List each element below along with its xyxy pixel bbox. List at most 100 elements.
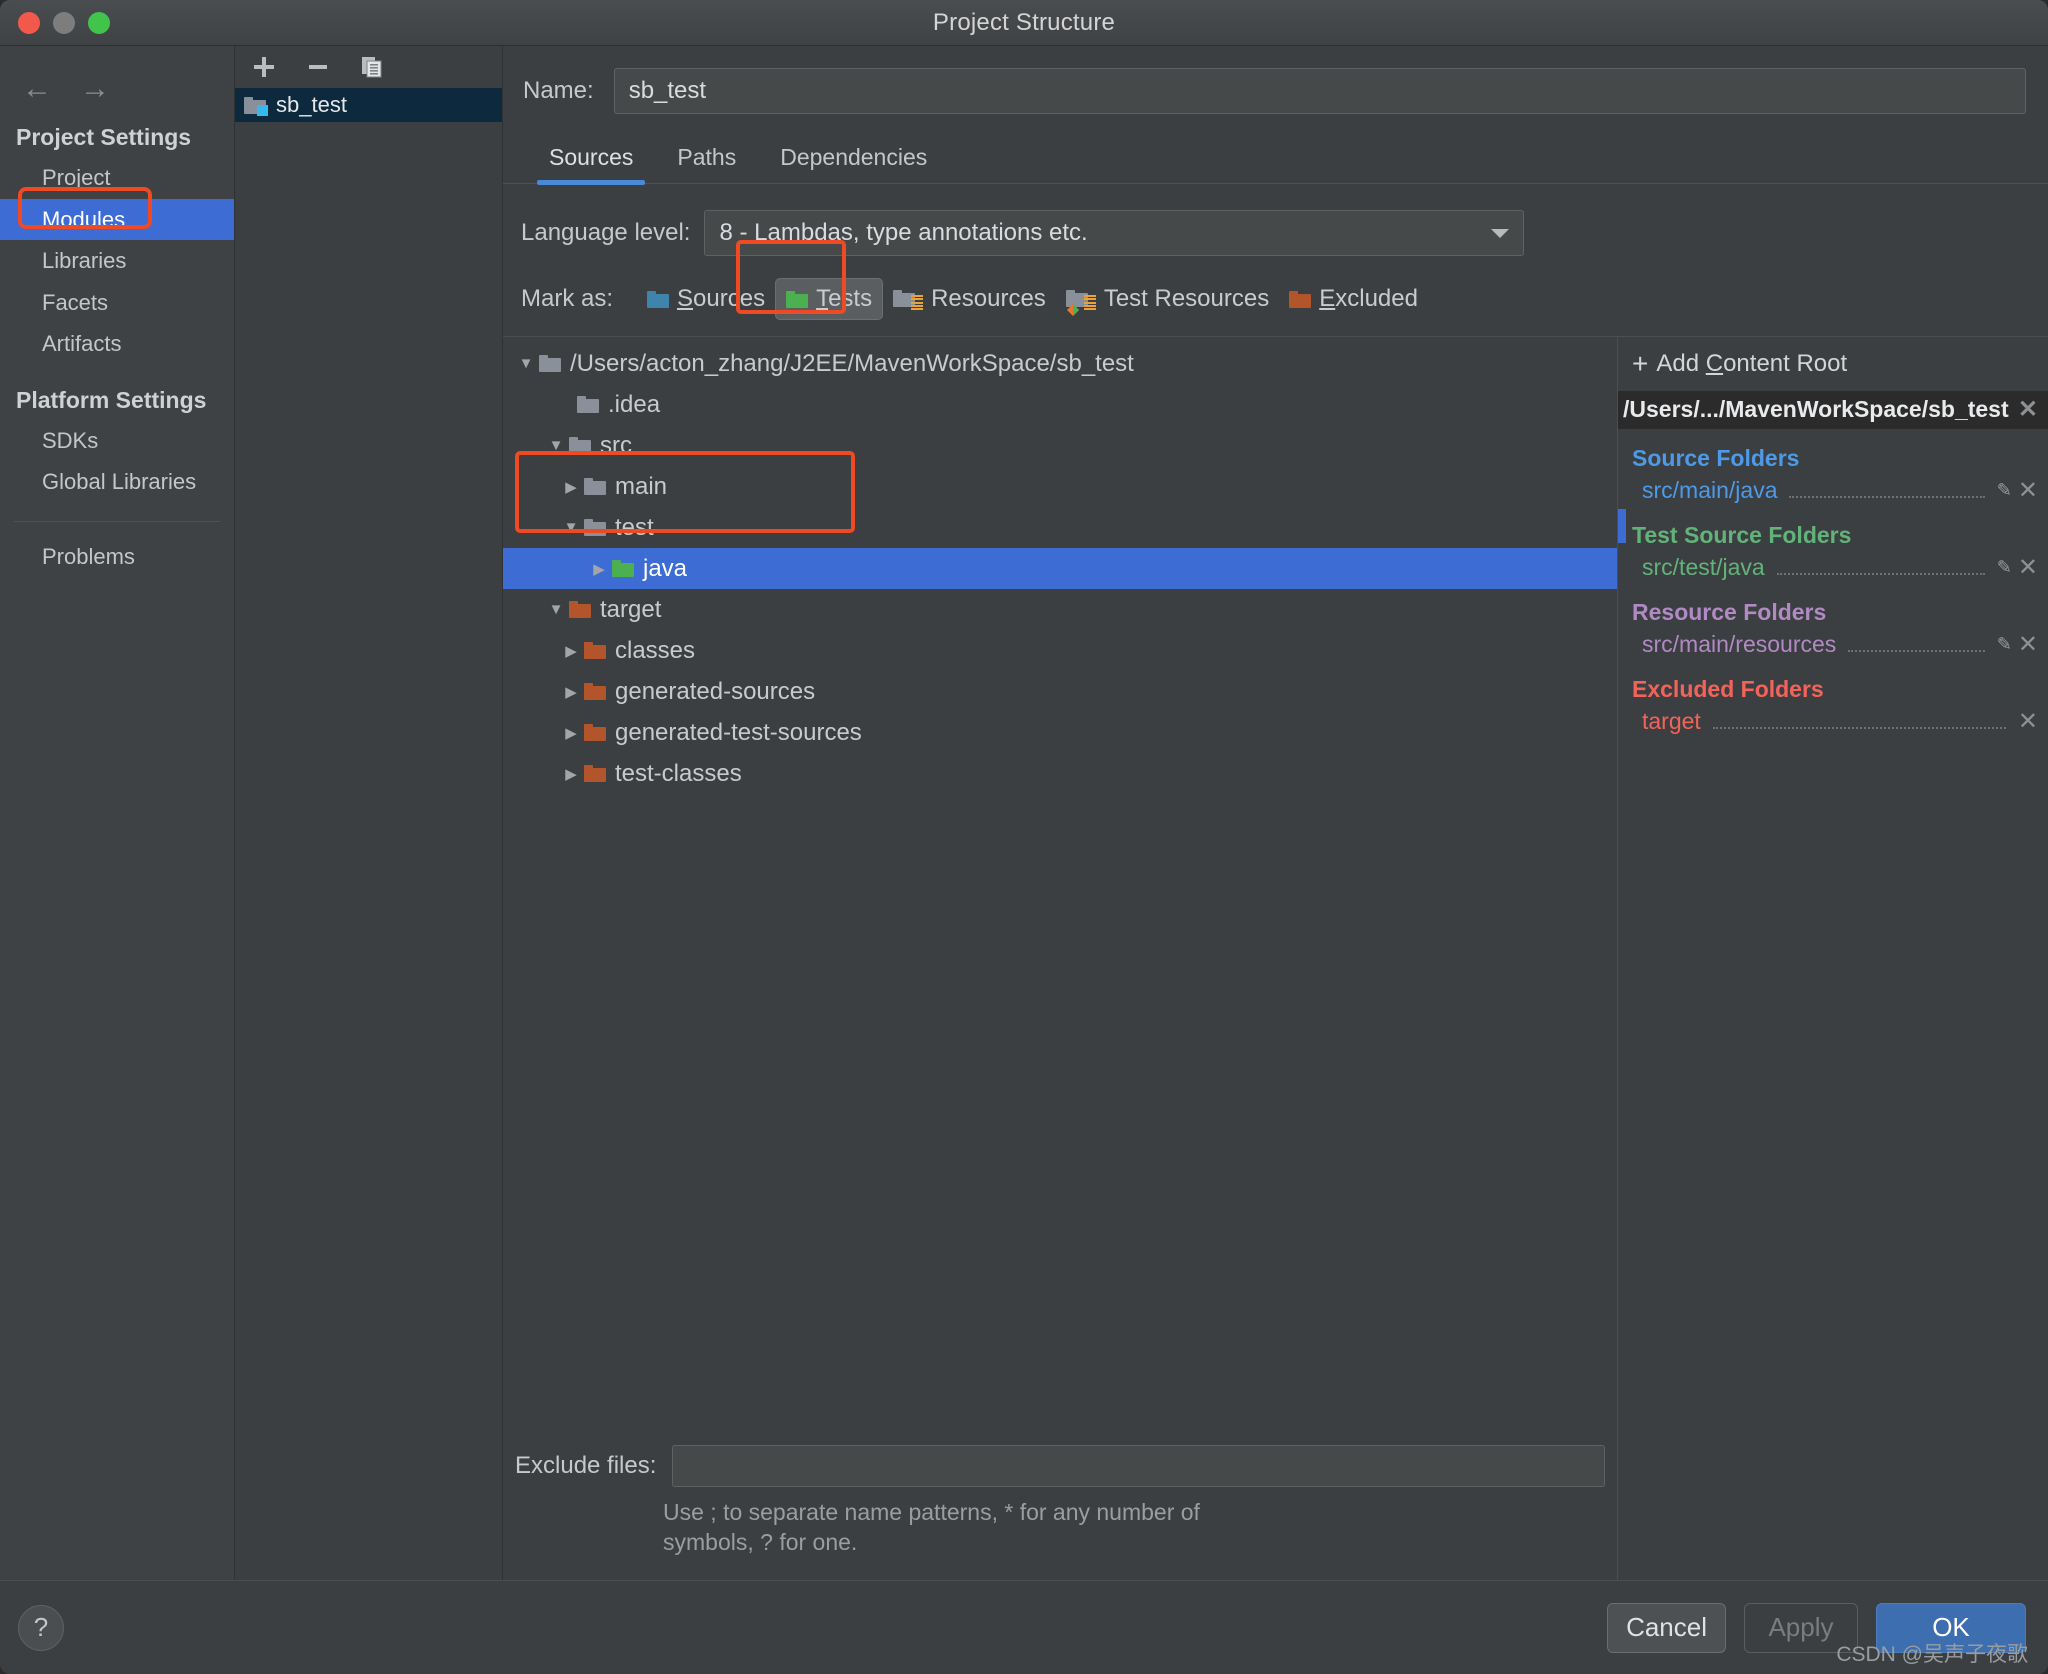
tree-row-label: classes bbox=[615, 636, 696, 664]
tree-row-label: target bbox=[600, 595, 662, 623]
folder-gray-icon bbox=[584, 519, 606, 536]
sidebar-item-artifacts[interactable]: Artifacts bbox=[0, 323, 234, 365]
add-content-root-button[interactable]: + Add Content Root bbox=[1618, 337, 2048, 391]
project-settings-header: Project Settings bbox=[16, 124, 192, 150]
platform-settings-header: Platform Settings bbox=[16, 386, 207, 413]
cancel-button[interactable]: Cancel bbox=[1607, 1602, 1726, 1653]
modules-toolbar bbox=[235, 46, 502, 88]
tab-sources[interactable]: Sources bbox=[527, 136, 655, 185]
exclude-files-area: Exclude files: Use ; to separate name pa… bbox=[503, 1444, 1617, 1580]
mark-as-test-resources-button[interactable]: Test Resources bbox=[1056, 279, 1279, 319]
back-arrow-icon[interactable]: ← bbox=[20, 74, 54, 104]
tree-row[interactable]: ▼ target bbox=[503, 589, 1617, 630]
twisty-expanded-icon[interactable]: ▼ bbox=[543, 601, 569, 618]
tree-row-label: .idea bbox=[608, 390, 661, 418]
remove-content-root-icon[interactable]: ✕ bbox=[2018, 397, 2038, 422]
twisty-expanded-icon[interactable]: ▼ bbox=[513, 355, 539, 372]
tree-row-selected-java[interactable]: ▶ java bbox=[503, 548, 1617, 589]
content-root-header[interactable]: /Users/.../MavenWorkSpace/sb_test ✕ bbox=[1618, 391, 2048, 429]
tab-paths[interactable]: Paths bbox=[655, 136, 758, 183]
sidebar-item-modules[interactable]: Modules bbox=[0, 198, 234, 240]
source-folders-title: Source Folders bbox=[1632, 445, 1800, 471]
edit-pencil-icon[interactable]: ✎ bbox=[1997, 634, 2012, 655]
remove-test-source-folder-icon[interactable]: ✕ bbox=[2018, 555, 2038, 580]
plus-icon: + bbox=[1632, 348, 1649, 379]
forward-arrow-icon[interactable]: → bbox=[78, 74, 112, 104]
mark-excluded-label: xcluded bbox=[1335, 285, 1418, 312]
twisty-collapsed-icon[interactable]: ▶ bbox=[586, 560, 612, 578]
mark-as-excluded-button[interactable]: Excluded bbox=[1279, 279, 1428, 319]
copy-module-icon[interactable] bbox=[357, 52, 387, 82]
excluded-folder-path: target bbox=[1642, 708, 1701, 734]
twisty-collapsed-icon[interactable]: ▶ bbox=[558, 683, 584, 701]
sidebar-item-sdks[interactable]: SDKs bbox=[0, 420, 234, 462]
folder-orange-icon bbox=[584, 642, 606, 659]
twisty-collapsed-icon[interactable]: ▶ bbox=[558, 724, 584, 742]
remove-module-icon[interactable] bbox=[303, 52, 333, 82]
module-list-item-label: sb_test bbox=[276, 92, 347, 117]
mark-sources-mnemonic: S bbox=[677, 285, 694, 312]
resource-folder-entry[interactable]: src/main/resources ✎ ✕ bbox=[1618, 629, 2048, 660]
remove-resource-folder-icon[interactable]: ✕ bbox=[2018, 632, 2038, 657]
resource-folder-path: src/main/resources bbox=[1642, 631, 1837, 657]
twisty-collapsed-icon[interactable]: ▶ bbox=[558, 765, 584, 783]
language-level-dropdown[interactable]: 8 - Lambdas, type annotations etc. bbox=[704, 210, 1525, 256]
folder-gray-icon bbox=[569, 437, 591, 454]
tree-row[interactable]: ▼ /Users/acton_zhang/J2EE/MavenWorkSpace… bbox=[503, 343, 1617, 384]
folder-orange-icon bbox=[1289, 290, 1312, 308]
sidebar-item-project[interactable]: Project bbox=[0, 157, 234, 199]
twisty-collapsed-icon[interactable]: ▶ bbox=[558, 642, 584, 660]
tree-row[interactable]: .idea bbox=[503, 384, 1617, 425]
chevron-down-icon bbox=[1491, 228, 1510, 238]
module-editor: Name: Sources Paths Dependencies Languag… bbox=[503, 46, 2048, 1580]
exclude-files-input[interactable] bbox=[672, 1444, 1605, 1487]
mark-as-resources-button[interactable]: Resources bbox=[883, 279, 1056, 319]
tab-dependencies[interactable]: Dependencies bbox=[758, 136, 949, 183]
tree-row[interactable]: ▶ main bbox=[503, 466, 1617, 507]
sidebar-item-problems[interactable]: Problems bbox=[0, 536, 234, 578]
mark-excluded-mnemonic: E bbox=[1319, 285, 1336, 312]
sidebar-item-facets[interactable]: Facets bbox=[0, 282, 234, 324]
edit-pencil-icon[interactable]: ✎ bbox=[1997, 480, 2012, 501]
twisty-collapsed-icon[interactable]: ▶ bbox=[558, 478, 584, 496]
mark-as-sources-button[interactable]: Sources bbox=[637, 279, 775, 319]
add-module-icon[interactable] bbox=[249, 52, 279, 82]
tree-row[interactable]: ▶ test-classes bbox=[503, 753, 1617, 794]
add-content-root-mnemonic: C bbox=[1705, 350, 1724, 377]
tree-row-label: java bbox=[643, 554, 688, 582]
test-source-folder-entry[interactable]: src/test/java ✎ ✕ bbox=[1618, 552, 2048, 583]
project-structure-dialog: Project Structure ← → Project Settings P… bbox=[0, 0, 2048, 1674]
name-label: Name: bbox=[523, 77, 594, 104]
tree-row[interactable]: ▶ generated-sources bbox=[503, 671, 1617, 712]
twisty-expanded-icon[interactable]: ▼ bbox=[558, 519, 584, 536]
mark-as-label: Mark as: bbox=[521, 285, 614, 312]
add-content-root-label-pre: Add bbox=[1656, 350, 1706, 377]
twisty-expanded-icon[interactable]: ▼ bbox=[543, 437, 569, 454]
excluded-folder-entry[interactable]: target ✕ bbox=[1618, 706, 2048, 737]
help-button[interactable]: ? bbox=[18, 1604, 64, 1651]
folder-resources-icon bbox=[893, 289, 924, 310]
tree-row[interactable]: ▶ generated-test-sources bbox=[503, 712, 1617, 753]
module-list-item-sb-test[interactable]: sb_test bbox=[235, 88, 502, 122]
edit-pencil-icon[interactable]: ✎ bbox=[1997, 557, 2012, 578]
mark-as-tests-button[interactable]: Tests bbox=[775, 278, 884, 320]
folder-orange-icon bbox=[584, 724, 606, 741]
mark-tests-mnemonic: T bbox=[816, 285, 829, 312]
remove-excluded-folder-icon[interactable]: ✕ bbox=[2018, 709, 2038, 734]
test-source-folders-title: Test Source Folders bbox=[1632, 522, 1852, 548]
mark-as-toolbar: Mark as: Sources Tests Resources Test Re… bbox=[503, 240, 2048, 320]
window-title: Project Structure bbox=[932, 8, 1116, 36]
tree-row[interactable]: ▼ test bbox=[503, 507, 1617, 548]
sidebar-item-global-libraries[interactable]: Global Libraries bbox=[0, 461, 234, 503]
sidebar-item-libraries[interactable]: Libraries bbox=[0, 240, 234, 282]
module-tabs: Sources Paths Dependencies bbox=[503, 136, 2048, 185]
tree-row[interactable]: ▶ classes bbox=[503, 630, 1617, 671]
sidebar-divider bbox=[14, 520, 220, 522]
tree-row[interactable]: ▼ src bbox=[503, 425, 1617, 466]
selection-indicator bbox=[1618, 509, 1626, 543]
remove-source-folder-icon[interactable]: ✕ bbox=[2018, 478, 2038, 503]
excluded-folders-title: Excluded Folders bbox=[1632, 676, 1824, 702]
module-name-input[interactable] bbox=[613, 68, 2026, 114]
source-folder-entry[interactable]: src/main/java ✎ ✕ bbox=[1618, 475, 2048, 506]
dotted-fill bbox=[1776, 561, 1985, 575]
